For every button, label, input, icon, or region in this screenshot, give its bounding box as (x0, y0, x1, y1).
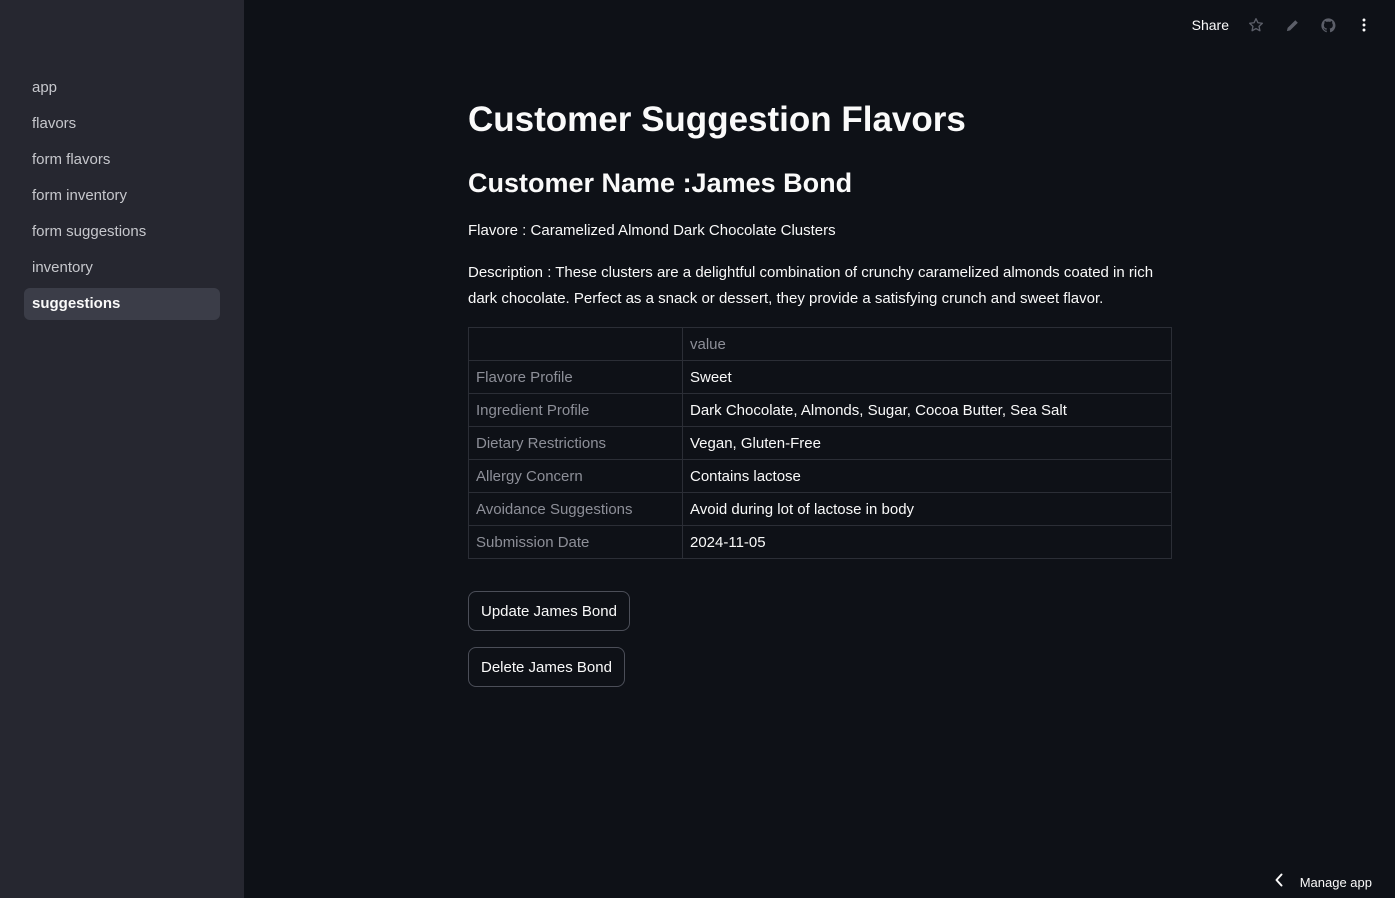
github-icon[interactable] (1319, 16, 1337, 34)
manage-app-button[interactable]: Manage app (1274, 872, 1372, 892)
row-label: Allergy Concern (468, 459, 683, 493)
table-value-header: value (682, 327, 1172, 361)
row-value: Dark Chocolate, Almonds, Sugar, Cocoa Bu… (682, 393, 1172, 427)
suggestion-table: value Flavore Profile Sweet Ingredient P… (468, 327, 1172, 559)
sidebar-item-inventory[interactable]: inventory (24, 252, 220, 284)
row-value: 2024-11-05 (682, 525, 1172, 559)
row-value: Sweet (682, 360, 1172, 394)
row-label: Flavore Profile (468, 360, 683, 394)
row-label: Avoidance Suggestions (468, 492, 683, 526)
chevron-left-icon (1274, 873, 1284, 892)
table-header-row: value (468, 327, 1172, 361)
update-button[interactable]: Update James Bond (468, 591, 630, 631)
row-value: Vegan, Gluten-Free (682, 426, 1172, 460)
edit-icon[interactable] (1283, 16, 1301, 34)
sidebar-item-form-flavors[interactable]: form flavors (24, 144, 220, 176)
table-row: Submission Date 2024-11-05 (468, 525, 1172, 559)
sidebar-item-flavors[interactable]: flavors (24, 108, 220, 140)
app-window: app flavors form flavors form inventory … (0, 0, 1395, 898)
header-toolbar: Share (1192, 10, 1373, 40)
table-row: Avoidance Suggestions Avoid during lot o… (468, 492, 1172, 526)
row-label: Submission Date (468, 525, 683, 559)
flavor-text: Flavore : Caramelized Almond Dark Chocol… (468, 222, 836, 239)
customer-name-heading: Customer Name :James Bond (468, 168, 853, 198)
manage-app-label: Manage app (1299, 874, 1372, 890)
delete-button[interactable]: Delete James Bond (468, 647, 625, 687)
table-row: Flavore Profile Sweet (468, 360, 1172, 394)
sidebar: app flavors form flavors form inventory … (0, 0, 244, 898)
row-value: Contains lactose (682, 459, 1172, 493)
more-menu-icon[interactable] (1355, 16, 1373, 34)
row-label: Dietary Restrictions (468, 426, 683, 460)
row-label: Ingredient Profile (468, 393, 683, 427)
page-title: Customer Suggestion Flavors (468, 100, 966, 139)
sidebar-item-suggestions[interactable]: suggestions (24, 288, 220, 320)
sidebar-item-form-inventory[interactable]: form inventory (24, 180, 220, 212)
table-index-header (468, 327, 683, 361)
share-button[interactable]: Share (1192, 17, 1229, 33)
row-value: Avoid during lot of lactose in body (682, 492, 1172, 526)
table-row: Ingredient Profile Dark Chocolate, Almon… (468, 393, 1172, 427)
star-icon[interactable] (1247, 16, 1265, 34)
table-row: Allergy Concern Contains lactose (468, 459, 1172, 493)
description-text: Description : These clusters are a delig… (468, 264, 1154, 307)
sidebar-nav: app flavors form flavors form inventory … (24, 72, 220, 324)
table-row: Dietary Restrictions Vegan, Gluten-Free (468, 426, 1172, 460)
sidebar-item-form-suggestions[interactable]: form suggestions (24, 216, 220, 248)
sidebar-item-app[interactable]: app (24, 72, 220, 104)
